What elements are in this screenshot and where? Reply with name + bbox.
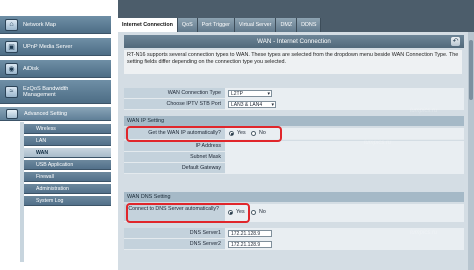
subnet-mask-cell (225, 152, 464, 163)
advanced-setting-label: Advanced Setting (24, 110, 68, 117)
watermark: lumpics.ru (364, 140, 392, 146)
wan-connection-type-label: WAN Connection Type (167, 90, 221, 96)
sidebar-item-ezqos[interactable]: ≈ EzQoS Bandwidth Management (0, 80, 111, 104)
sidebar-subitem-label: System Log (36, 197, 64, 204)
tab-label: QoS (181, 22, 193, 28)
back-arrow-icon[interactable]: ↶ (451, 37, 460, 46)
dns-server2-row: DNS Server2 172.21.128.9 (124, 239, 464, 250)
select-value: LAN3 & LAN4 (231, 102, 263, 108)
chevron-down-icon: ▾ (271, 102, 274, 108)
sidebar-subitem-firewall[interactable]: Firewall (24, 172, 111, 182)
tab-dmz[interactable]: DMZ (276, 18, 298, 32)
network-map-icon: ⌂ (5, 18, 18, 31)
scrollbar-thumb[interactable] (469, 40, 473, 100)
section-title: WAN - Internet Connection ↶ (124, 35, 464, 48)
dns-server1-label: DNS Server1 (189, 230, 221, 236)
subnet-mask-row: Subnet Mask (124, 152, 464, 163)
watermark: lumpics.ru (410, 108, 438, 114)
sidebar-subitem-usb-application[interactable]: USB Application (24, 160, 111, 170)
sidebar-item-upnp[interactable]: ▣ UPnP Media Server (0, 38, 111, 56)
dns-server2-label: DNS Server2 (189, 241, 221, 247)
advanced-setting-icon (6, 108, 18, 119)
ip-address-row: IP Address (124, 141, 464, 152)
section-description: RT-N16 supports several connection types… (124, 50, 462, 74)
aidisk-icon: ◉ (5, 62, 18, 75)
tab-bar: Internet Connection QoS Port Trigger Vir… (118, 18, 474, 32)
sidebar-item-network-map[interactable]: ⌂ Network Map (0, 16, 111, 34)
sidebar-subitem-label: Administration (36, 185, 69, 192)
highlight-get-wan-ip (126, 126, 282, 142)
tab-virtual-server[interactable]: Virtual Server (234, 18, 277, 32)
sidebar-subitem-lan[interactable]: LAN (24, 136, 111, 146)
iptv-stb-port-select[interactable]: LAN3 & LAN4 ▾ (228, 101, 276, 108)
ezqos-icon: ≈ (5, 85, 18, 98)
default-gateway-cell (225, 163, 464, 174)
connect-dns-no-radio[interactable] (251, 210, 256, 215)
watermark: lumpics.ru (410, 230, 438, 236)
tab-label: Port Trigger (201, 22, 230, 28)
sidebar-item-label: EzQoS Bandwidth Management (23, 85, 69, 98)
sidebar-item-label: AiDisk (23, 65, 39, 72)
main-area: Internet Connection QoS Port Trigger Vir… (118, 0, 474, 270)
scrollbar[interactable] (468, 32, 474, 270)
sidebar-item-aidisk[interactable]: ◉ AiDisk (0, 60, 111, 78)
sidebar-subitem-label: Wireless (36, 125, 56, 132)
sidebar-subitem-label: WAN (36, 149, 49, 156)
tab-label: DDNS (301, 22, 317, 28)
sidebar: ⌂ Network Map ▣ UPnP Media Server ◉ AiDi… (0, 0, 113, 270)
sidebar-subitem-administration[interactable]: Administration (24, 184, 111, 194)
sidebar-item-label: UPnP Media Server (23, 43, 73, 50)
tab-internet-connection[interactable]: Internet Connection (118, 18, 178, 32)
media-server-icon: ▣ (5, 40, 18, 53)
sidebar-subitem-wan[interactable]: WAN (24, 148, 111, 158)
wan-connection-type-cell: L2TP ▾ (225, 88, 464, 99)
ip-address-label: IP Address (195, 143, 221, 149)
sidebar-subitem-label: USB Application (36, 161, 74, 168)
connect-dns-cell: Yes No (225, 204, 464, 222)
tab-label: DMZ (280, 22, 293, 28)
default-gateway-row: Default Gateway (124, 163, 464, 174)
sidebar-subitem-wireless[interactable]: Wireless (24, 124, 111, 134)
dns-server2-input[interactable]: 172.21.128.9 (228, 241, 272, 248)
wan-connection-type-select[interactable]: L2TP ▾ (228, 90, 272, 97)
section-title-text: WAN - Internet Connection (257, 38, 331, 45)
tab-port-trigger[interactable]: Port Trigger (197, 18, 235, 32)
tab-ddns[interactable]: DDNS (297, 18, 322, 32)
default-gateway-label: Default Gateway (181, 165, 221, 171)
subnet-mask-label: Subnet Mask (190, 154, 221, 160)
tab-label: Internet Connection (122, 22, 173, 28)
highlight-connect-dns (126, 203, 250, 223)
sidebar-subitem-label: LAN (36, 137, 47, 144)
dns-server1-input[interactable]: 172.21.128.9 (228, 230, 272, 237)
ip-address-cell (225, 141, 464, 152)
dns-server2-cell: 172.21.128.9 (225, 239, 464, 250)
wan-ip-section-header: WAN IP Setting (124, 116, 464, 126)
sidebar-subitem-label: Firewall (36, 173, 54, 180)
tab-qos[interactable]: QoS (177, 18, 198, 32)
tab-label: Virtual Server (238, 22, 272, 28)
chevron-down-icon: ▾ (267, 91, 270, 97)
select-value: L2TP (231, 91, 243, 97)
sidebar-item-label: Network Map (23, 21, 56, 28)
wan-dns-section-header: WAN DNS Setting (124, 192, 464, 202)
advanced-setting-header[interactable]: Advanced Setting (0, 107, 111, 121)
sidebar-subitem-system-log[interactable]: System Log (24, 196, 111, 206)
wan-connection-type-row: WAN Connection Type L2TP ▾ (124, 88, 464, 99)
iptv-stb-port-label: Choose IPTV STB Port (166, 101, 221, 107)
connect-dns-no-label: No (259, 209, 266, 215)
